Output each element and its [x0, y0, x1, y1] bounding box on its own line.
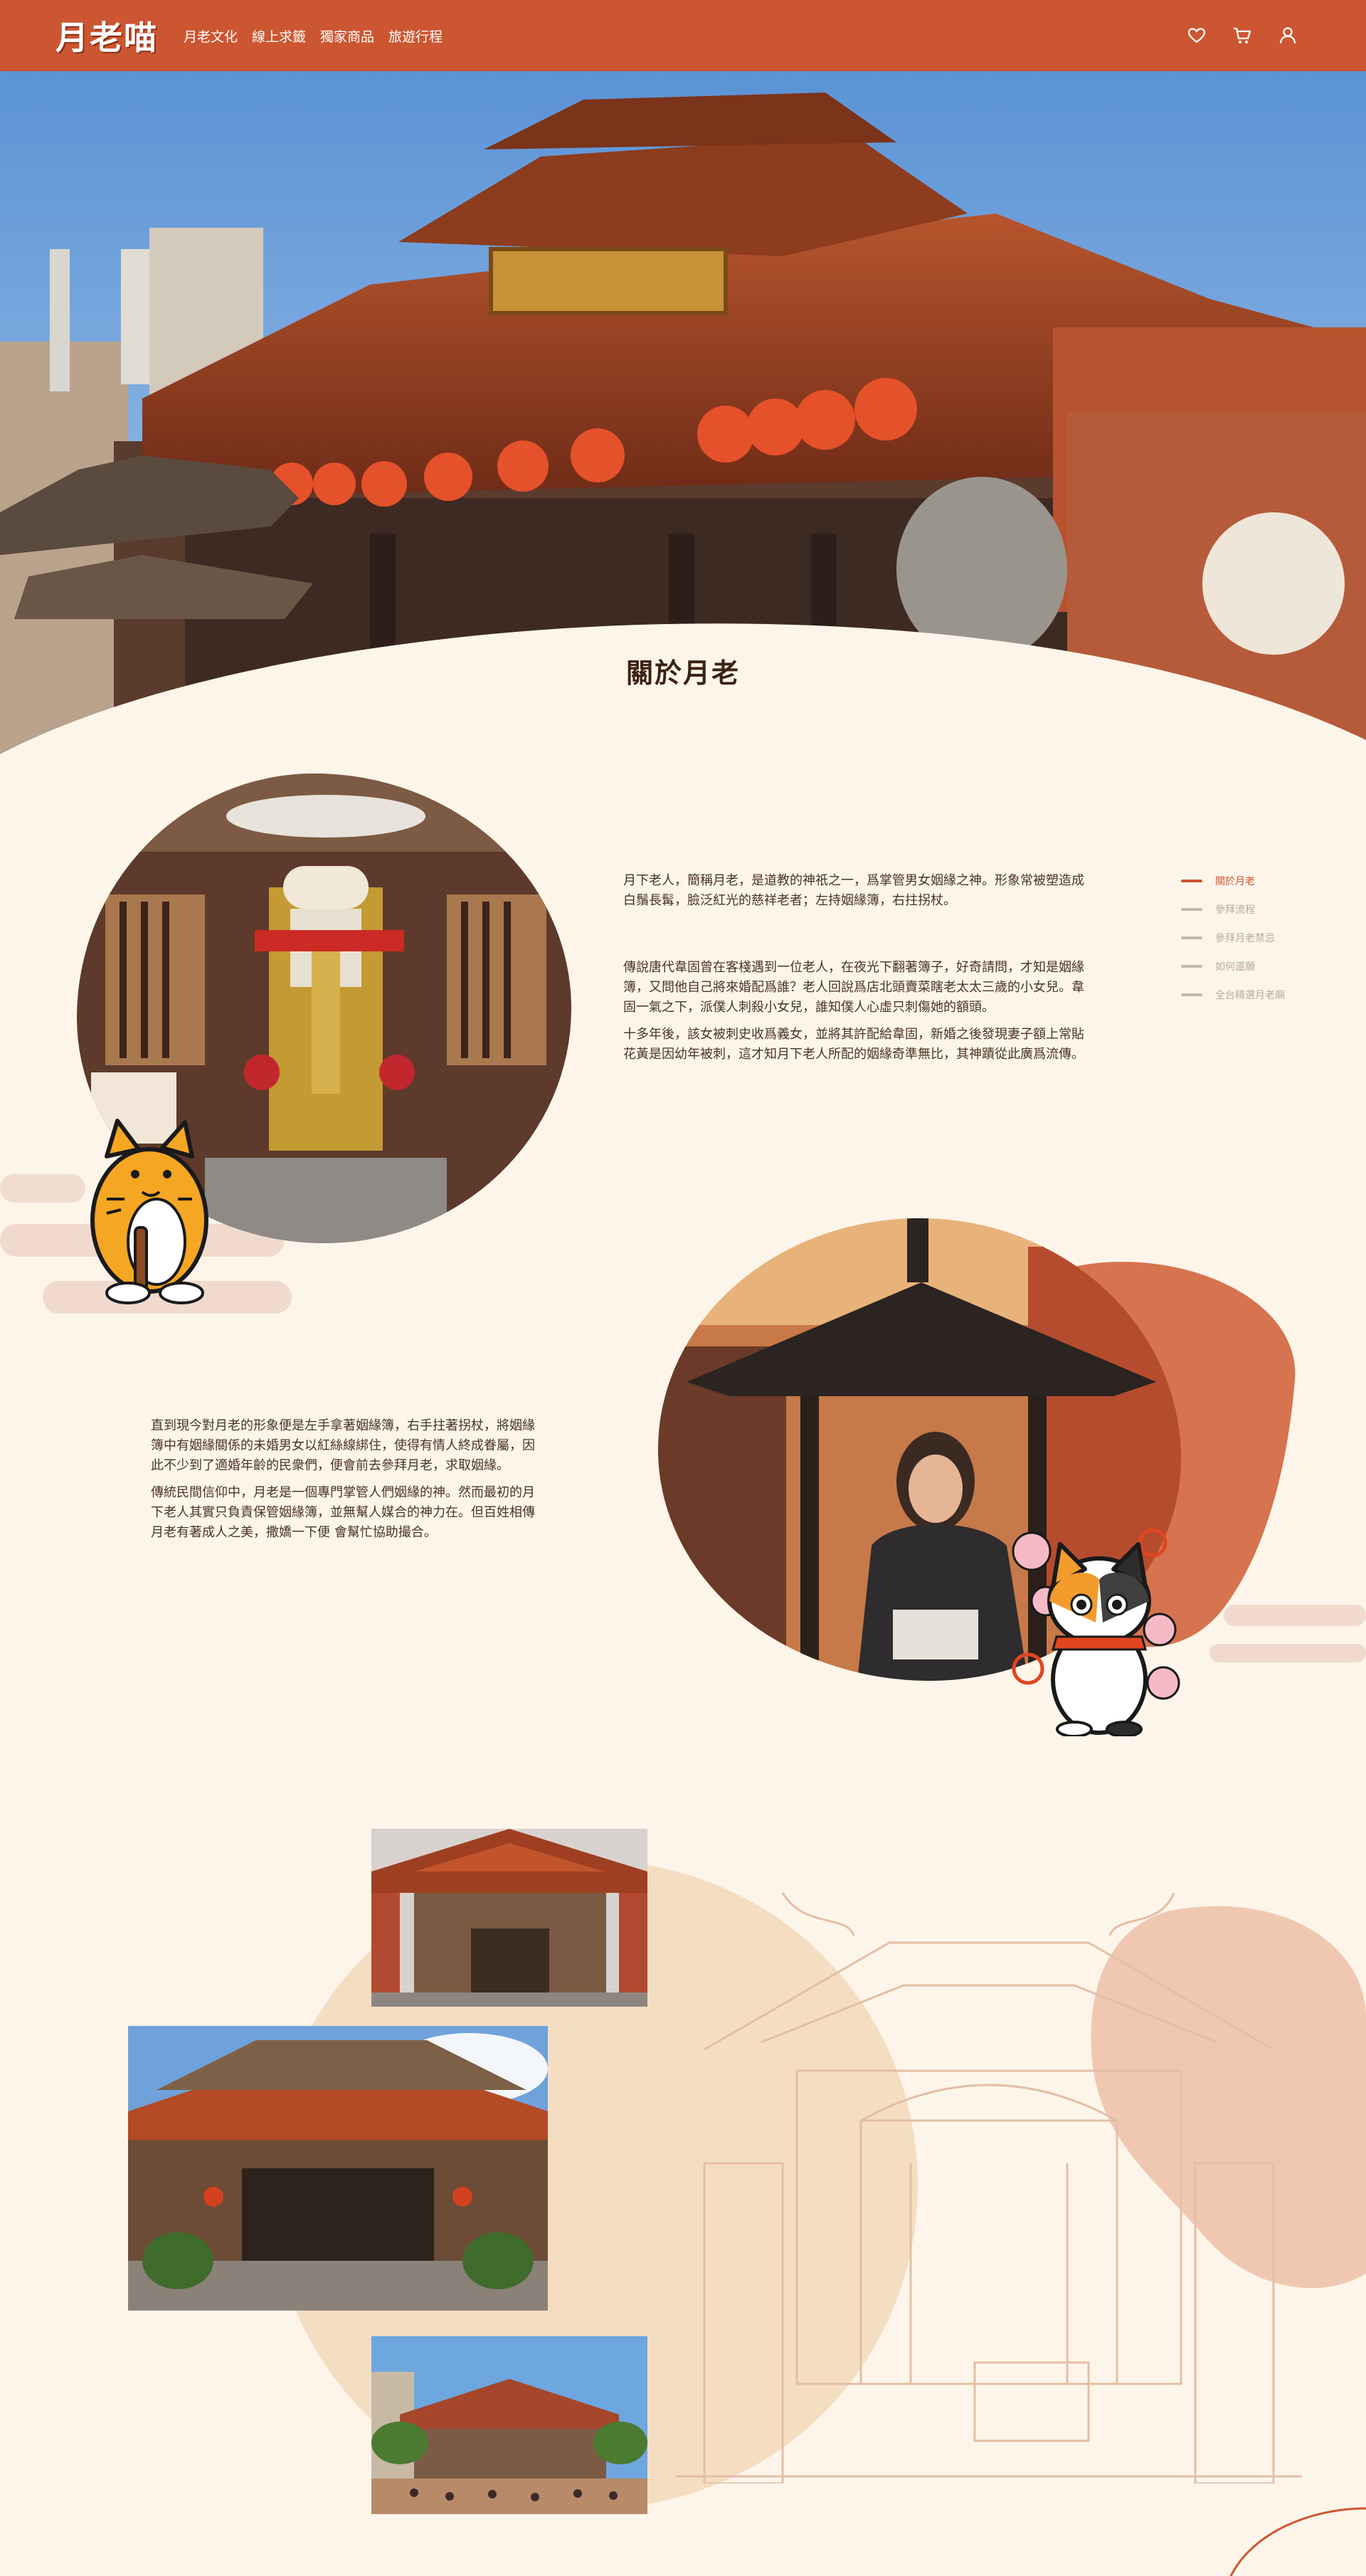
nav-icon-group — [1174, 21, 1311, 50]
user-icon[interactable] — [1265, 21, 1311, 50]
stripe-decoration-right — [1209, 1605, 1366, 1662]
about-text-block-1: 月下老人，簡稱月老，是道教的神祇之一，爲掌管男女姻緣之神。形象常被塑造成白鬚長髯… — [623, 871, 1086, 918]
nav-link-products[interactable]: 獨家商品 — [320, 26, 374, 46]
about-text-block-2: 傳說唐代韋固曾在客棧遇到一位老人，在夜光下翻著簿子，好奇請問，才知是姻緣簿，又問… — [623, 958, 1086, 1072]
side-nav-temples[interactable]: 全台精選月老廟 — [1181, 981, 1285, 1009]
orange-cat-illustration — [90, 1119, 208, 1304]
gallery-photo-longshan-temple[interactable] — [128, 2026, 548, 2311]
nav-link-tours[interactable]: 旅遊行程 — [388, 26, 443, 46]
about-paragraph-4: 直到現今對月老的形象便是左手拿著姻緣簿，右手拄著拐杖，將姻緣簿中有姻緣關係的未婚… — [151, 1418, 535, 1473]
side-nav-taboos[interactable]: 參拜月老禁忌 — [1181, 924, 1285, 952]
bottom-arc-decoration — [1229, 2507, 1366, 2576]
cart-icon[interactable] — [1219, 21, 1265, 50]
heart-icon[interactable] — [1174, 21, 1219, 50]
side-nav-about[interactable]: 關於月老 — [1181, 867, 1285, 895]
section-side-nav: 關於月老 參拜流程 參拜月老禁忌 如何還願 全台精選月老廟 — [1181, 867, 1285, 1009]
main-nav: 月老文化 線上求籤 獨家商品 旅遊行程 — [184, 26, 457, 46]
about-text-block-3: 直到現今對月老的形象便是左手拿著姻緣簿，右手拄著拐杖，將姻緣簿中有姻緣關係的未婚… — [151, 1416, 539, 1550]
gallery-photo-temple-courtyard[interactable] — [371, 1829, 647, 2007]
nav-link-fortune[interactable]: 線上求籤 — [252, 26, 306, 46]
side-nav-worship-process[interactable]: 參拜流程 — [1181, 895, 1285, 924]
about-paragraph-2: 傳說唐代韋固曾在客棧遇到一位老人，在夜光下翻著簿子，好奇請問，才知是姻緣簿，又問… — [623, 960, 1084, 1015]
gallery-photo-temple-plaza[interactable] — [371, 2336, 647, 2514]
nav-link-culture[interactable]: 月老文化 — [184, 26, 238, 46]
top-navbar: 月老喵 月老文化 線上求籤 獨家商品 旅遊行程 — [0, 0, 1366, 71]
about-title: 關於月老 — [625, 658, 740, 689]
temple-line-art — [676, 1892, 1302, 2483]
side-nav-fulfill-vow[interactable]: 如何還願 — [1181, 952, 1285, 981]
about-paragraph-5: 傳統民間信仰中，月老是一個專門掌管人們姻緣的神。然而最初的月下老人其實只負責保管… — [151, 1485, 535, 1540]
site-logo[interactable]: 月老喵 — [55, 12, 158, 59]
about-paragraph-1: 月下老人，簡稱月老，是道教的神祇之一，爲掌管男女姻緣之神。形象常被塑造成白鬚長髯… — [623, 873, 1084, 908]
about-paragraph-3: 十多年後，該女被刺史收爲義女，並將其許配給韋固，新婚之後發現妻子額上常貼花黃是因… — [623, 1027, 1084, 1062]
calico-cat-illustration — [1012, 1528, 1180, 1736]
